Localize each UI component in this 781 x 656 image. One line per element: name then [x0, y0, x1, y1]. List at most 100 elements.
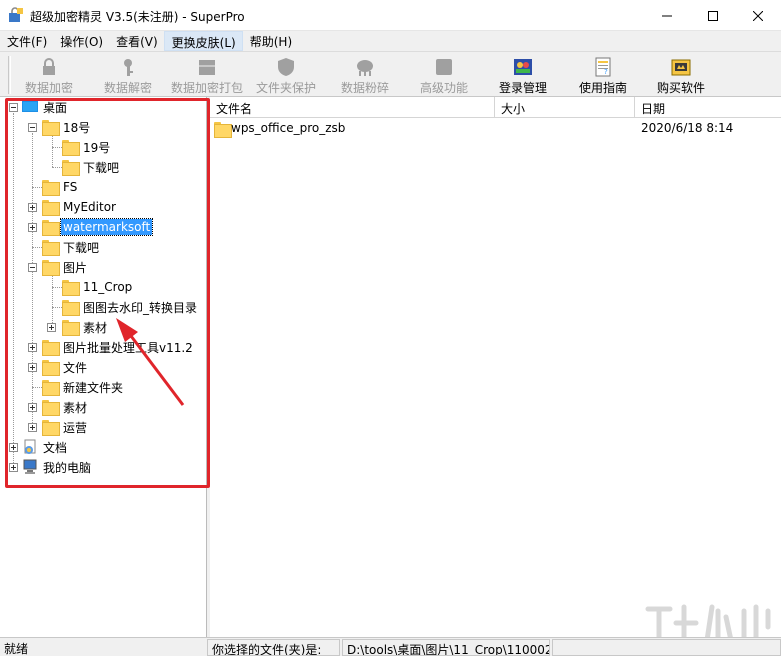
desktop-icon: [22, 101, 38, 112]
folder-icon: [214, 122, 232, 138]
guide-icon: ?: [595, 57, 611, 77]
encrypt-button[interactable]: 数据加密: [18, 54, 80, 96]
tree-node-myeditor[interactable]: MyEditor: [42, 197, 118, 217]
column-size[interactable]: 大小: [495, 97, 635, 118]
tree-node-watermarksoft[interactable]: watermarksoft: [42, 217, 154, 237]
folder-icon: [62, 160, 80, 176]
shred-button-label: 数据粉碎: [340, 81, 389, 95]
folder-icon: [42, 420, 60, 436]
tree-node-fs[interactable]: FS: [42, 177, 79, 197]
status-selected-path: D:\tools\桌面\图片\11_Crop\110002: [342, 639, 550, 656]
decrypt-button[interactable]: 数据解密: [97, 54, 159, 96]
app-icon: [9, 7, 23, 22]
menu-skin[interactable]: 更换皮肤(L): [163, 31, 243, 51]
encrypt-package-button-label: 数据加密打包: [170, 81, 243, 95]
tree-expander-myeditor[interactable]: [28, 203, 37, 212]
tree-node-operations[interactable]: 运营: [42, 417, 89, 437]
tree-expander-material[interactable]: [28, 403, 37, 412]
tree-expander-files[interactable]: [28, 363, 37, 372]
list-item-date: 2020/6/18 8:14: [641, 121, 734, 135]
tree-node-pictures[interactable]: 图片: [42, 257, 89, 277]
tree-node-material[interactable]: 素材: [42, 397, 89, 417]
minimize-button[interactable]: [644, 0, 690, 31]
window-title: 超级加密精灵 V3.5(未注册) - SuperPro: [30, 10, 245, 24]
folder-protect-button[interactable]: 文件夹保护: [253, 54, 319, 96]
computer-icon: [23, 459, 37, 474]
maximize-icon: [708, 10, 718, 21]
tree-node-files[interactable]: 文件: [42, 357, 89, 377]
tree-expander-pictures[interactable]: [28, 263, 37, 272]
folder-icon: [62, 320, 80, 336]
list-item-name: wps_office_pro_zsb: [231, 121, 346, 135]
documents-icon: [24, 439, 36, 454]
package-icon: [199, 60, 215, 75]
status-bar: 就绪 你选择的文件(夹)是: D:\tools\桌面\图片\11_Crop\11…: [0, 637, 781, 656]
tree-expander-operations[interactable]: [28, 423, 37, 432]
tree-node-19[interactable]: 19号: [62, 137, 112, 157]
login-icon: [514, 59, 532, 75]
folder-tree[interactable]: 桌面 18号 19号 下载吧 FS MyEditor watermarksoft…: [0, 97, 207, 637]
tree-node-xiazaiba-sub[interactable]: 下载吧: [62, 157, 121, 177]
encrypt-package-button[interactable]: 数据加密打包: [168, 54, 246, 96]
folder-protect-button-label: 文件夹保护: [255, 81, 316, 95]
tree-node-batch-tool[interactable]: 图片批量处理工具v11.2: [42, 337, 195, 357]
folder-icon: [42, 120, 60, 136]
close-button[interactable]: [735, 0, 781, 31]
list-header: 文件名 大小 日期: [210, 97, 781, 118]
minimize-icon: [662, 15, 672, 16]
folder-icon: [42, 400, 60, 416]
buy-software-button-label: 购买软件: [656, 81, 705, 95]
decrypt-button-label: 数据解密: [103, 81, 152, 95]
folder-icon: [42, 360, 60, 376]
column-date[interactable]: 日期: [635, 97, 781, 118]
user-guide-button[interactable]: ? 使用指南: [572, 54, 634, 96]
tree-node-xiazaiba[interactable]: 下载吧: [42, 237, 101, 257]
buy-software-button[interactable]: 购买软件: [652, 54, 710, 96]
login-manage-button[interactable]: 登录管理: [492, 54, 554, 96]
tree-node-watermark-convert[interactable]: 图图去水印_转换目录: [62, 297, 199, 317]
lock-icon: [43, 58, 55, 75]
folder-icon: [62, 280, 80, 296]
tree-node-my-computer[interactable]: 我的电脑: [22, 457, 93, 477]
tree-node-18[interactable]: 18号: [42, 117, 92, 137]
tree-node-documents[interactable]: 文档: [22, 437, 69, 457]
advanced-icon: [436, 59, 452, 75]
buy-icon: [671, 59, 691, 76]
menu-bar: 文件(F) 操作(O) 查看(V) 更换皮肤(L) 帮助(H): [0, 31, 781, 51]
folder-icon: [42, 200, 60, 216]
folder-icon: [42, 180, 60, 196]
title-bar: 超级加密精灵 V3.5(未注册) - SuperPro: [0, 0, 781, 31]
status-selected-label: 你选择的文件(夹)是:: [207, 639, 340, 656]
shred-button[interactable]: 数据粉碎: [336, 54, 394, 96]
advanced-button-label: 高级功能: [419, 81, 468, 95]
tree-expander-batch-tool[interactable]: [28, 343, 37, 352]
file-list[interactable]: 文件名 大小 日期 wps_office_pro_zsb 2020/6/18 8…: [210, 97, 781, 637]
login-manage-button-label: 登录管理: [498, 81, 547, 95]
tree-expander-18[interactable]: [28, 123, 37, 132]
folder-icon: [62, 300, 80, 316]
folder-icon: [42, 220, 60, 236]
tree-node-desktop[interactable]: 桌面: [22, 97, 69, 117]
tree-expander-desktop[interactable]: [9, 103, 18, 112]
maximize-button[interactable]: [690, 0, 736, 31]
tree-expander-my-computer[interactable]: [9, 463, 18, 472]
menu-operation[interactable]: 操作(O): [53, 31, 109, 51]
tree-expander-material-sub[interactable]: [47, 323, 56, 332]
svg-text:?: ?: [604, 68, 608, 76]
tree-node-11-crop[interactable]: 11_Crop: [62, 277, 134, 297]
menu-view[interactable]: 查看(V): [109, 31, 164, 51]
list-item[interactable]: wps_office_pro_zsb 2020/6/18 8:14: [210, 119, 781, 139]
column-filename[interactable]: 文件名: [210, 97, 495, 118]
key-icon: [124, 59, 133, 76]
tree-expander-documents[interactable]: [9, 443, 18, 452]
tree-node-material-sub[interactable]: 素材: [62, 317, 109, 337]
menu-help[interactable]: 帮助(H): [243, 31, 298, 51]
tree-expander-watermarksoft[interactable]: [28, 223, 37, 232]
menu-file[interactable]: 文件(F): [0, 31, 53, 51]
toolbar: 数据加密 数据解密 数据加密打包 文件夹保护 数据粉碎 高级功能 登录管理 ? …: [0, 51, 781, 97]
tree-node-new-folder[interactable]: 新建文件夹: [42, 377, 125, 397]
advanced-button[interactable]: 高级功能: [415, 54, 473, 96]
encrypt-button-label: 数据加密: [24, 81, 73, 95]
folder-icon: [42, 340, 60, 356]
status-extra: [552, 639, 781, 656]
